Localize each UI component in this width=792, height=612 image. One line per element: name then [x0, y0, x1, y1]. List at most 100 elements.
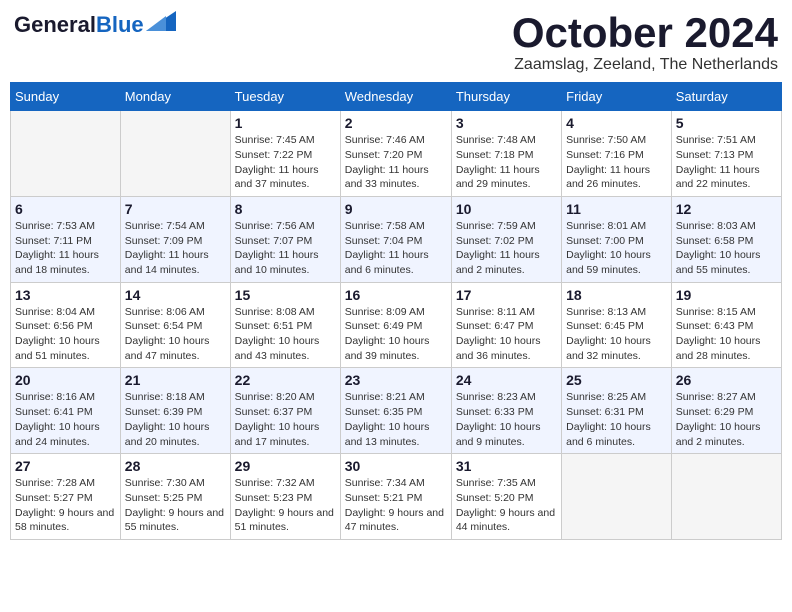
day-number: 1: [235, 115, 336, 131]
day-info: Sunrise: 7:53 AM Sunset: 7:11 PM Dayligh…: [15, 219, 116, 278]
calendar-cell: 15 Sunrise: 8:08 AM Sunset: 6:51 PM Dayli…: [230, 282, 340, 368]
day-info: Sunrise: 8:15 AM Sunset: 6:43 PM Dayligh…: [676, 305, 777, 364]
day-number: 14: [125, 287, 226, 303]
day-info: Sunrise: 7:48 AM Sunset: 7:18 PM Dayligh…: [456, 133, 557, 192]
day-info: Sunrise: 8:16 AM Sunset: 6:41 PM Dayligh…: [15, 390, 116, 449]
day-number: 13: [15, 287, 116, 303]
day-info: Sunrise: 7:46 AM Sunset: 7:20 PM Dayligh…: [345, 133, 447, 192]
calendar-cell: 23 Sunrise: 8:21 AM Sunset: 6:35 PM Dayli…: [340, 368, 451, 454]
day-info: Sunrise: 7:56 AM Sunset: 7:07 PM Dayligh…: [235, 219, 336, 278]
calendar-cell: 16 Sunrise: 8:09 AM Sunset: 6:49 PM Dayli…: [340, 282, 451, 368]
day-info: Sunrise: 8:21 AM Sunset: 6:35 PM Dayligh…: [345, 390, 447, 449]
day-number: 21: [125, 372, 226, 388]
calendar-cell: 18 Sunrise: 8:13 AM Sunset: 6:45 PM Dayli…: [562, 282, 672, 368]
day-info: Sunrise: 7:51 AM Sunset: 7:13 PM Dayligh…: [676, 133, 777, 192]
calendar-cell: 29 Sunrise: 7:32 AM Sunset: 5:23 PM Dayli…: [230, 454, 340, 540]
calendar-cell: 5 Sunrise: 7:51 AM Sunset: 7:13 PM Daylig…: [671, 111, 781, 197]
day-info: Sunrise: 8:03 AM Sunset: 6:58 PM Dayligh…: [676, 219, 777, 278]
calendar-cell: 26 Sunrise: 8:27 AM Sunset: 6:29 PM Dayli…: [671, 368, 781, 454]
calendar-cell: 12Sunrise: 8:03 AM Sunset: 6:58 PM Dayli…: [671, 196, 781, 282]
day-number: 4: [566, 115, 667, 131]
day-number: 5: [676, 115, 777, 131]
calendar-week-row: 1 Sunrise: 7:45 AM Sunset: 7:22 PM Daylig…: [11, 111, 782, 197]
calendar-cell: 4Sunrise: 7:50 AM Sunset: 7:16 PM Daylig…: [562, 111, 672, 197]
day-number: 16: [345, 287, 447, 303]
calendar-header-row: SundayMondayTuesdayWednesdayThursdayFrid…: [11, 83, 782, 111]
calendar-cell: 25 Sunrise: 8:25 AM Sunset: 6:31 PM Dayli…: [562, 368, 672, 454]
calendar-cell: 24Sunrise: 8:23 AM Sunset: 6:33 PM Dayli…: [451, 368, 561, 454]
day-info: Sunrise: 8:18 AM Sunset: 6:39 PM Dayligh…: [125, 390, 226, 449]
calendar-cell: 8 Sunrise: 7:56 AM Sunset: 7:07 PM Daylig…: [230, 196, 340, 282]
day-info: Sunrise: 8:06 AM Sunset: 6:54 PM Dayligh…: [125, 305, 226, 364]
title-section: October 2024 Zaamslag, Zeeland, The Neth…: [512, 10, 778, 74]
day-number: 22: [235, 372, 336, 388]
day-info: Sunrise: 8:01 AM Sunset: 7:00 PM Dayligh…: [566, 219, 667, 278]
day-number: 27: [15, 458, 116, 474]
day-number: 9: [345, 201, 447, 217]
calendar-cell: 3 Sunrise: 7:48 AM Sunset: 7:18 PM Daylig…: [451, 111, 561, 197]
day-header-saturday: Saturday: [671, 83, 781, 111]
day-info: Sunrise: 7:59 AM Sunset: 7:02 PM Dayligh…: [456, 219, 557, 278]
day-info: Sunrise: 7:28 AM Sunset: 5:27 PM Dayligh…: [15, 476, 116, 535]
calendar-cell: 30Sunrise: 7:34 AM Sunset: 5:21 PM Dayli…: [340, 454, 451, 540]
day-info: Sunrise: 8:25 AM Sunset: 6:31 PM Dayligh…: [566, 390, 667, 449]
header: GeneralBlue October 2024 Zaamslag, Zeela…: [10, 10, 782, 74]
day-number: 20: [15, 372, 116, 388]
day-number: 18: [566, 287, 667, 303]
calendar-cell: 7 Sunrise: 7:54 AM Sunset: 7:09 PM Daylig…: [120, 196, 230, 282]
calendar-cell: 17 Sunrise: 8:11 AM Sunset: 6:47 PM Dayli…: [451, 282, 561, 368]
calendar-week-row: 6 Sunrise: 7:53 AM Sunset: 7:11 PM Daylig…: [11, 196, 782, 282]
logo: GeneralBlue: [14, 14, 176, 36]
calendar-cell: 11 Sunrise: 8:01 AM Sunset: 7:00 PM Dayli…: [562, 196, 672, 282]
calendar-cell: 19Sunrise: 8:15 AM Sunset: 6:43 PM Dayli…: [671, 282, 781, 368]
day-info: Sunrise: 7:58 AM Sunset: 7:04 PM Dayligh…: [345, 219, 447, 278]
calendar-cell: 2 Sunrise: 7:46 AM Sunset: 7:20 PM Daylig…: [340, 111, 451, 197]
day-number: 25: [566, 372, 667, 388]
day-number: 24: [456, 372, 557, 388]
calendar-week-row: 13 Sunrise: 8:04 AM Sunset: 6:56 PM Dayli…: [11, 282, 782, 368]
calendar-cell: 14 Sunrise: 8:06 AM Sunset: 6:54 PM Dayli…: [120, 282, 230, 368]
calendar-cell: [671, 454, 781, 540]
day-info: Sunrise: 8:13 AM Sunset: 6:45 PM Dayligh…: [566, 305, 667, 364]
day-number: 31: [456, 458, 557, 474]
day-number: 26: [676, 372, 777, 388]
day-info: Sunrise: 7:32 AM Sunset: 5:23 PM Dayligh…: [235, 476, 336, 535]
day-header-monday: Monday: [120, 83, 230, 111]
day-number: 2: [345, 115, 447, 131]
logo-icon: [146, 11, 176, 31]
day-number: 29: [235, 458, 336, 474]
day-header-thursday: Thursday: [451, 83, 561, 111]
day-info: Sunrise: 8:09 AM Sunset: 6:49 PM Dayligh…: [345, 305, 447, 364]
day-info: Sunrise: 8:20 AM Sunset: 6:37 PM Dayligh…: [235, 390, 336, 449]
day-info: Sunrise: 8:04 AM Sunset: 6:56 PM Dayligh…: [15, 305, 116, 364]
calendar-cell: [120, 111, 230, 197]
day-number: 7: [125, 201, 226, 217]
day-number: 15: [235, 287, 336, 303]
day-info: Sunrise: 8:08 AM Sunset: 6:51 PM Dayligh…: [235, 305, 336, 364]
day-info: Sunrise: 7:54 AM Sunset: 7:09 PM Dayligh…: [125, 219, 226, 278]
calendar-cell: 22 Sunrise: 8:20 AM Sunset: 6:37 PM Dayli…: [230, 368, 340, 454]
day-number: 3: [456, 115, 557, 131]
day-header-sunday: Sunday: [11, 83, 121, 111]
calendar-cell: 13 Sunrise: 8:04 AM Sunset: 6:56 PM Dayli…: [11, 282, 121, 368]
day-number: 17: [456, 287, 557, 303]
calendar: SundayMondayTuesdayWednesdayThursdayFrid…: [10, 82, 782, 540]
day-info: Sunrise: 8:27 AM Sunset: 6:29 PM Dayligh…: [676, 390, 777, 449]
day-number: 8: [235, 201, 336, 217]
day-info: Sunrise: 7:34 AM Sunset: 5:21 PM Dayligh…: [345, 476, 447, 535]
month-title: October 2024: [512, 10, 778, 56]
day-info: Sunrise: 7:35 AM Sunset: 5:20 PM Dayligh…: [456, 476, 557, 535]
day-info: Sunrise: 7:45 AM Sunset: 7:22 PM Dayligh…: [235, 133, 336, 192]
calendar-week-row: 27 Sunrise: 7:28 AM Sunset: 5:27 PM Dayli…: [11, 454, 782, 540]
day-number: 6: [15, 201, 116, 217]
day-header-friday: Friday: [562, 83, 672, 111]
calendar-cell: 1 Sunrise: 7:45 AM Sunset: 7:22 PM Daylig…: [230, 111, 340, 197]
calendar-cell: 6 Sunrise: 7:53 AM Sunset: 7:11 PM Daylig…: [11, 196, 121, 282]
day-number: 23: [345, 372, 447, 388]
day-info: Sunrise: 8:11 AM Sunset: 6:47 PM Dayligh…: [456, 305, 557, 364]
calendar-cell: [562, 454, 672, 540]
calendar-cell: 27 Sunrise: 7:28 AM Sunset: 5:27 PM Dayli…: [11, 454, 121, 540]
day-number: 11: [566, 201, 667, 217]
calendar-cell: 10Sunrise: 7:59 AM Sunset: 7:02 PM Dayli…: [451, 196, 561, 282]
location-title: Zaamslag, Zeeland, The Netherlands: [512, 56, 778, 74]
